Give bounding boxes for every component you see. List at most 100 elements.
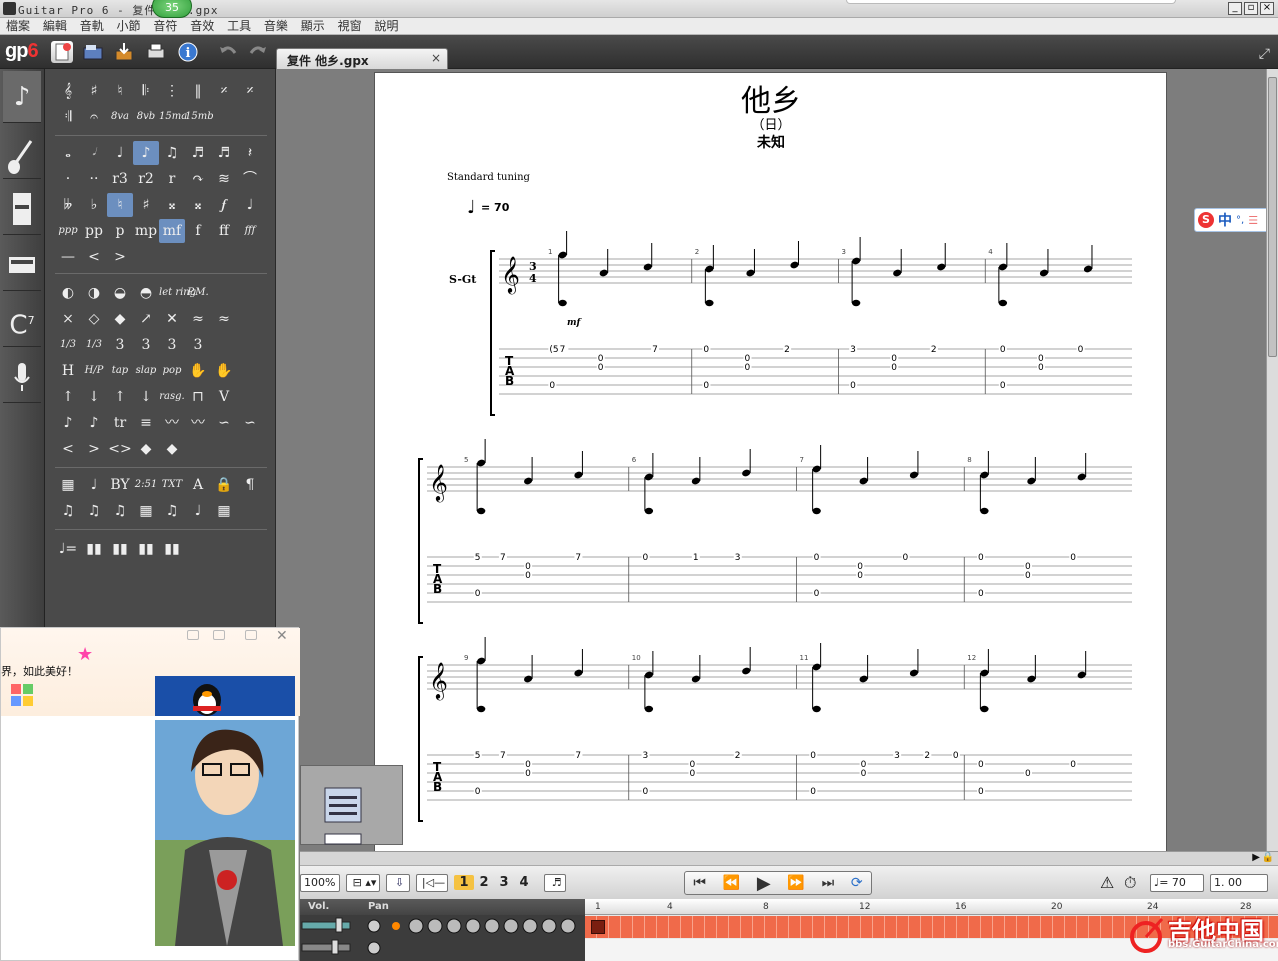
tab-fret-number[interactable]: 0	[1078, 345, 1084, 355]
effect-knob[interactable]	[522, 918, 538, 934]
bass-note-head[interactable]	[851, 299, 861, 307]
note-input-icon[interactable]: ♬	[544, 874, 566, 892]
tab-fret-number[interactable]: 0	[1070, 760, 1076, 770]
palette-tool-r5-5[interactable]: 𝄪	[185, 193, 211, 217]
tab-fret-number[interactable]: 0	[525, 571, 531, 581]
palette-tool-r2-0[interactable]: 𝄇	[55, 105, 81, 129]
undo-icon[interactable]	[217, 41, 239, 63]
score-page[interactable]: 他乡 （日） 未知 Standard tuning ♩ = 70 S-Gt 𝄞 3…	[374, 72, 1167, 851]
palette-tool-r4-4[interactable]: r	[159, 167, 185, 191]
bass-note-head[interactable]	[998, 299, 1008, 307]
palette-tool-r12-5[interactable]: ⊓	[185, 385, 211, 409]
menu-effects[interactable]: 音效	[190, 18, 214, 34]
tab-fret-number[interactable]: 0	[978, 589, 984, 599]
mixer-track-controls[interactable]	[300, 915, 585, 961]
score-view[interactable]: 他乡 （日） 未知 Standard tuning ♩ = 70 S-Gt 𝄞 3…	[276, 69, 1266, 851]
palette-tool-r5-3[interactable]: ♯	[133, 193, 159, 217]
tab-fret-number[interactable]: 3	[850, 345, 856, 355]
bass-note-head[interactable]	[980, 507, 989, 515]
palette-tool-r16-5[interactable]: ♩	[185, 499, 211, 523]
bass-note-head[interactable]	[705, 299, 714, 307]
tab-fret-number[interactable]: 2	[924, 751, 930, 761]
palette-tool-r4-5[interactable]: ↷	[185, 167, 211, 191]
zoom-select[interactable]: 100%	[300, 874, 340, 892]
palette-tool-r12-6[interactable]: V	[211, 385, 237, 409]
qq-maximize-icon[interactable]	[245, 630, 257, 640]
palette-tool-r9-6[interactable]: ≈	[211, 307, 237, 331]
tab-fret-number[interactable]: 5	[475, 751, 481, 761]
palette-tool-r15-3[interactable]: 2:51	[133, 473, 159, 497]
palette-tool-r15-5[interactable]: A	[185, 473, 211, 497]
tab-fret-number[interactable]: 0	[598, 363, 604, 373]
tab-fret-number[interactable]: 0	[643, 553, 649, 563]
palette-tool-r7-1[interactable]: <	[81, 245, 107, 269]
tab-fret-number[interactable]: 2	[735, 751, 741, 761]
scroll-thumb[interactable]	[1268, 77, 1277, 357]
effect-knob[interactable]	[541, 918, 557, 934]
bass-note-head[interactable]	[644, 705, 654, 713]
tab-fret-number[interactable]: 0	[643, 787, 649, 797]
palette-tool-r6-7[interactable]: fff	[237, 219, 263, 243]
qq-popup[interactable]: ✕ ★ 界，如此美好！	[0, 627, 300, 961]
tab-fret-number[interactable]: 0	[810, 751, 816, 761]
tab-fret-number[interactable]: 0	[549, 381, 555, 391]
tab-fret-number[interactable]: 0	[525, 769, 531, 779]
palette-tool-r6-6[interactable]: ff	[211, 219, 237, 243]
tab-fret-number[interactable]: 0	[475, 589, 481, 599]
qq-close-icon[interactable]: ✕	[276, 628, 288, 644]
tab-fret-number[interactable]: 5	[475, 553, 481, 563]
notification-badge[interactable]: 35	[152, 0, 192, 18]
voice-4-button[interactable]: 4	[514, 875, 534, 890]
horizontal-scrollbar[interactable]: ▶ 🔒	[300, 851, 1278, 865]
ime-language[interactable]: 中	[1218, 210, 1232, 230]
tab-fret-number[interactable]: 0	[1070, 553, 1076, 563]
palette-tool-r1-2[interactable]: ♮	[107, 79, 133, 103]
tab-close-icon[interactable]: ×	[431, 51, 441, 65]
tab-fret-number[interactable]: 3	[643, 751, 649, 761]
score-system[interactable]: 𝄞 34mfTAB1(5)70070200020330020400000	[490, 231, 1132, 416]
palette-tool-r14-2[interactable]: <>	[107, 437, 133, 461]
play-icon[interactable]: ▶	[757, 873, 771, 894]
palette-tool-r8-2[interactable]: ◒	[107, 281, 133, 305]
guitar-panel-icon[interactable]	[3, 127, 41, 179]
palette-tool-r12-2[interactable]: ↑	[107, 385, 133, 409]
ime-skin-icon[interactable]: ☰	[1248, 214, 1258, 227]
bass-note-head[interactable]	[558, 299, 567, 307]
tab-fret-number[interactable]: 0	[1025, 571, 1031, 581]
palette-tool-r9-0[interactable]: ×	[55, 307, 81, 331]
palette-tool-r13-1[interactable]: ♪	[81, 411, 107, 435]
palette-tool-r10-0[interactable]: 1/3	[55, 333, 81, 357]
palette-tool-r11-4[interactable]: pop	[159, 359, 185, 383]
palette-tool-r3-2[interactable]: ♩	[107, 141, 133, 165]
open-file-icon[interactable]	[82, 41, 104, 63]
palette-tool-r14-3[interactable]: ◆	[133, 437, 159, 461]
palette-tool-r14-0[interactable]: <	[55, 437, 81, 461]
tab-fret-number[interactable]: 0	[703, 345, 709, 355]
palette-tool-r15-0[interactable]: ▦	[55, 473, 81, 497]
palette-tool-r14-1[interactable]: >	[81, 437, 107, 461]
chord-panel-icon[interactable]: C7	[3, 295, 41, 347]
tab-fret-number[interactable]: 0	[1025, 769, 1031, 779]
palette-tool-r2-2[interactable]: 8va	[107, 105, 133, 129]
effect-knob[interactable]	[446, 918, 462, 934]
bass-note-head[interactable]	[980, 705, 989, 713]
fullscreen-icon[interactable]: ⤢	[1259, 46, 1270, 62]
palette-tool-r6-0[interactable]: ppp	[55, 219, 81, 243]
palette-tool-r1-7[interactable]: 𝄎	[237, 79, 263, 103]
palette-tool-r6-1[interactable]: pp	[81, 219, 107, 243]
tab-fret-number[interactable]: 0	[857, 571, 863, 581]
palette-tool-r15-1[interactable]: ♩	[81, 473, 107, 497]
tab-fret-number[interactable]: 0	[978, 553, 984, 563]
tab-fret-number[interactable]: 7	[500, 553, 506, 563]
effect-knob[interactable]	[465, 918, 481, 934]
palette-tool-r11-0[interactable]: H	[55, 359, 81, 383]
palette-tool-r10-2[interactable]: 3	[107, 333, 133, 357]
qq-minimize-icon[interactable]	[213, 630, 225, 640]
floating-search-box[interactable]	[846, 0, 1176, 4]
tab-fret-number[interactable]: 7	[652, 345, 658, 355]
palette-tool-r8-3[interactable]: ◓	[133, 281, 159, 305]
metronome-icon[interactable]: ⚠	[1100, 873, 1114, 892]
palette-tool-r5-7[interactable]: ♩	[237, 193, 263, 217]
palette-tool-r11-3[interactable]: slap	[133, 359, 159, 383]
palette-tool-r1-6[interactable]: 𝄎	[211, 79, 237, 103]
